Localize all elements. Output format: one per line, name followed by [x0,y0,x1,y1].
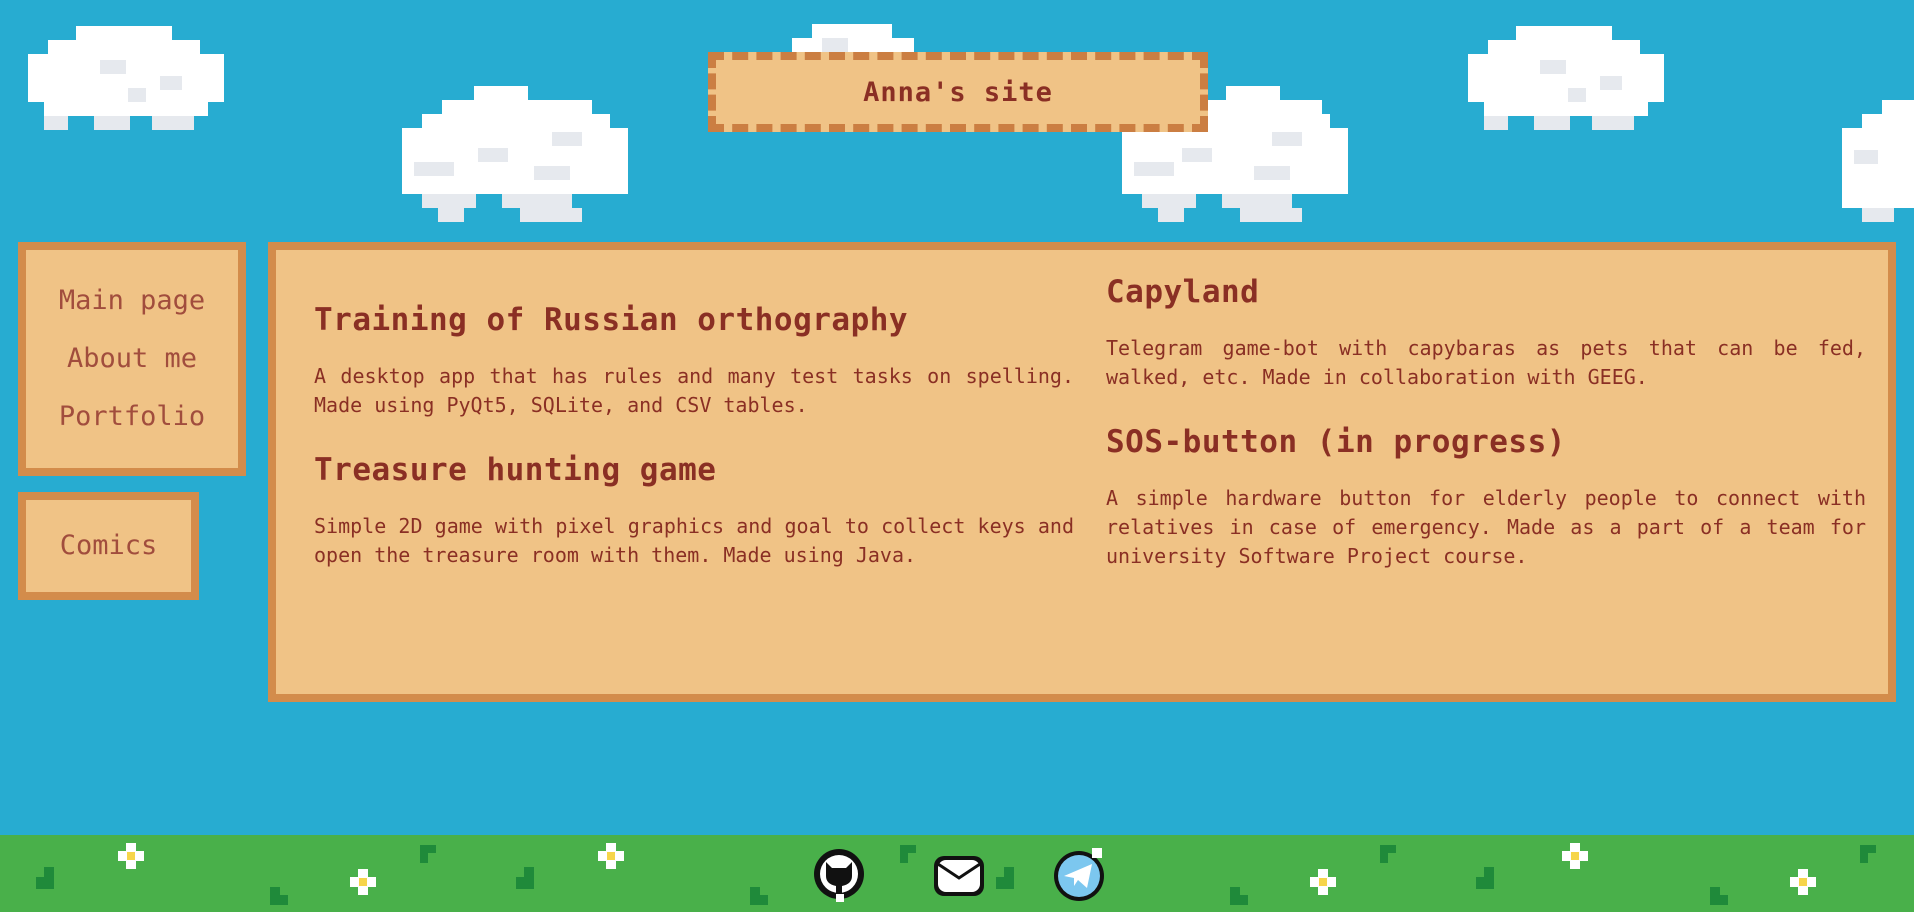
project-description: Simple 2D game with pixel graphics and g… [314,514,1074,567]
github-icon[interactable] [812,846,866,904]
project-card: Capyland Telegram game-bot with capybara… [1106,272,1866,392]
telegram-icon[interactable] [1052,846,1106,904]
cloud-decoration [28,26,224,130]
site-title-banner: Anna's site [708,52,1208,132]
project-title: Training of Russian orthography [314,302,909,338]
project-title: Treasure hunting game [314,452,717,488]
nav-link-comics[interactable]: Comics [60,522,158,570]
cloud-decoration [1842,100,1914,222]
project-title: SOS-button (in progress) [1106,424,1566,460]
project-card: Treasure hunting game Simple 2D game wit… [314,450,1074,570]
project-description: A simple hardware button for elderly peo… [1106,486,1866,568]
project-card: SOS-button (in progress) A simple hardwa… [1106,422,1866,571]
projects-column-left: Training of Russian orthography A deskto… [314,272,1074,600]
cloud-decoration [792,24,914,54]
nav-link-about-me[interactable]: About me [67,335,197,383]
nav-link-portfolio[interactable]: Portfolio [59,393,205,441]
project-card: Training of Russian orthography A deskto… [314,300,1074,420]
cloud-decoration [1468,26,1664,130]
project-description: A desktop app that has rules and many te… [314,364,1074,417]
nav-link-main-page[interactable]: Main page [59,277,205,325]
portfolio-panel: Training of Russian orthography A deskto… [268,242,1896,702]
cloud-decoration [402,86,628,222]
projects-column-right: Capyland Telegram game-bot with capybara… [1106,272,1866,601]
project-description: Telegram game-bot with capybaras as pets… [1106,336,1866,389]
main-nav: Main page About me Portfolio [18,242,246,476]
comics-nav: Comics [18,492,199,600]
mail-icon[interactable] [932,846,986,904]
project-title: Capyland [1106,274,1260,310]
site-title: Anna's site [863,76,1053,108]
